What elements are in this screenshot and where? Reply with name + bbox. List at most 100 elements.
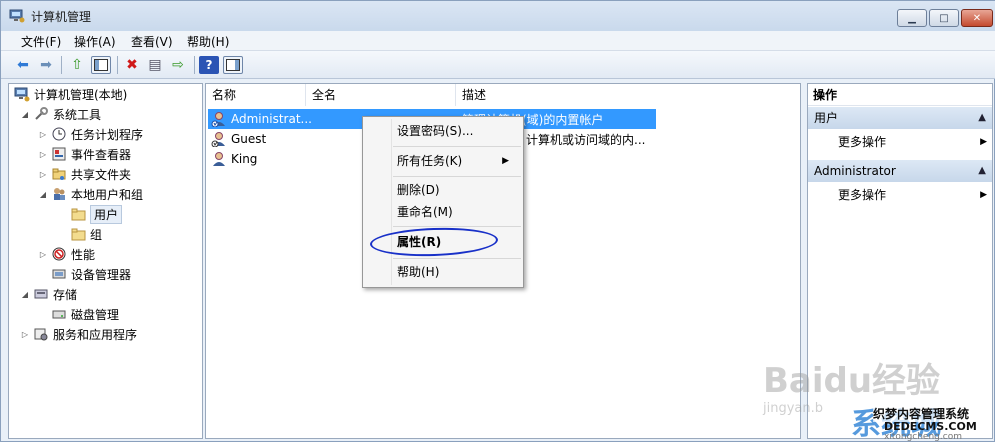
menu-gutter bbox=[391, 119, 392, 285]
tree-item-task-scheduler[interactable]: ▷ 任务计划程序 bbox=[38, 125, 143, 143]
user-icon bbox=[211, 111, 227, 127]
menu-separator bbox=[393, 176, 521, 177]
tree-root[interactable]: 计算机管理(本地) bbox=[14, 85, 127, 103]
collapse-up-icon[interactable]: ▲ bbox=[978, 107, 986, 129]
submenu-arrow-icon: ▶ bbox=[980, 137, 987, 147]
tree-item-groups[interactable]: 组 bbox=[57, 225, 102, 243]
help-icon[interactable]: ? bbox=[199, 56, 219, 74]
menu-help[interactable]: 帮助(H) bbox=[187, 33, 229, 50]
user-disabled-icon bbox=[211, 131, 227, 147]
delete-icon[interactable]: ✖ bbox=[122, 56, 142, 74]
forward-icon[interactable]: ➡ bbox=[36, 56, 56, 74]
submenu-arrow-icon: ▶ bbox=[980, 190, 987, 200]
actions-section-title: Administrator bbox=[814, 164, 896, 178]
tree-item-label: 共享文件夹 bbox=[71, 167, 132, 182]
disk-icon bbox=[51, 307, 67, 322]
toolbar-separator bbox=[61, 56, 62, 74]
jingyan-watermark: jingyan.b bbox=[763, 401, 823, 416]
user-name: Guest bbox=[231, 132, 267, 146]
user-name: King bbox=[231, 152, 258, 166]
computer-management-icon bbox=[14, 87, 30, 102]
column-name[interactable]: 名称 bbox=[206, 84, 306, 106]
tree-item-label: 本地用户和组 bbox=[71, 187, 144, 202]
menu-item-rename[interactable]: 重命名(M) bbox=[397, 202, 453, 222]
properties-icon[interactable]: ▤ bbox=[145, 56, 165, 74]
collapse-icon[interactable]: ◢ bbox=[38, 190, 48, 199]
show-hide-action-pane-icon[interactable] bbox=[223, 56, 243, 74]
more-actions-label: 更多操作 bbox=[838, 188, 887, 202]
window-title: 计算机管理 bbox=[31, 10, 92, 24]
maximize-button[interactable]: □ bbox=[929, 9, 959, 27]
menu-separator bbox=[393, 146, 521, 147]
tree-item-users[interactable]: 用户 bbox=[57, 204, 123, 224]
expand-icon[interactable]: ▷ bbox=[20, 330, 30, 339]
folder-icon bbox=[70, 207, 86, 222]
tree-item-label: 磁盘管理 bbox=[71, 307, 120, 322]
minimize-button[interactable]: ▁ bbox=[897, 9, 927, 27]
shared-folder-icon bbox=[51, 167, 67, 182]
tree-item-event-viewer[interactable]: ▷ 事件查看器 bbox=[38, 145, 131, 163]
computer-management-window: 计算机管理 ▁ □ ✕ 文件(F) 操作(A) 查看(V) 帮助(H) ⬅ ➡ … bbox=[0, 0, 995, 442]
expand-icon[interactable]: ▷ bbox=[38, 170, 48, 179]
tree-item-system-tools[interactable]: ◢ 系统工具 bbox=[20, 105, 101, 123]
menu-item-set-password[interactable]: 设置密码(S)... bbox=[397, 121, 473, 141]
title-bar: 计算机管理 ▁ □ ✕ bbox=[1, 1, 995, 31]
tree-item-label: 任务计划程序 bbox=[71, 127, 144, 142]
more-actions-link[interactable]: 更多操作 ▶ bbox=[838, 132, 992, 152]
tree-item-label: 组 bbox=[90, 227, 103, 242]
collapse-icon[interactable]: ◢ bbox=[20, 290, 30, 299]
device-manager-icon bbox=[51, 267, 67, 282]
menu-item-all-tasks[interactable]: 所有任务(K) ▶ bbox=[397, 151, 517, 171]
tools-icon bbox=[33, 107, 49, 122]
close-button[interactable]: ✕ bbox=[961, 9, 993, 27]
actions-section-users[interactable]: 用户 ▲ bbox=[808, 107, 992, 129]
storage-icon bbox=[33, 287, 49, 302]
tree-item-label: 存储 bbox=[53, 287, 78, 302]
xitongcheng-watermark-url: xitongcheng.com bbox=[884, 432, 962, 442]
expand-icon[interactable]: ▷ bbox=[38, 130, 48, 139]
show-hide-tree-icon[interactable] bbox=[91, 56, 111, 74]
column-description[interactable]: 描述 bbox=[456, 84, 800, 106]
column-fullname[interactable]: 全名 bbox=[306, 84, 456, 106]
collapse-icon[interactable]: ◢ bbox=[20, 110, 30, 119]
menu-item-label: 所有任务(K) bbox=[397, 154, 463, 168]
back-icon[interactable]: ⬅ bbox=[13, 56, 33, 74]
toolbar-separator bbox=[117, 56, 118, 74]
export-list-icon[interactable]: ⇨ bbox=[168, 56, 188, 74]
tree-item-disk-management[interactable]: 磁盘管理 bbox=[38, 305, 119, 323]
tree-item-label: 设备管理器 bbox=[71, 267, 132, 282]
user-name-cell: Administrat... bbox=[211, 109, 312, 129]
tree-item-local-users-groups[interactable]: ◢ 本地用户和组 bbox=[38, 185, 143, 203]
menu-file[interactable]: 文件(F) bbox=[21, 33, 61, 50]
baidu-watermark: Baidu经验 bbox=[763, 361, 941, 401]
collapse-up-icon[interactable]: ▲ bbox=[978, 160, 986, 182]
menu-bar: 文件(F) 操作(A) 查看(V) 帮助(H) bbox=[1, 31, 995, 51]
menu-separator bbox=[393, 258, 521, 259]
actions-section-administrator[interactable]: Administrator ▲ bbox=[808, 160, 992, 182]
menu-item-delete[interactable]: 删除(D) bbox=[397, 180, 440, 200]
up-folder-icon[interactable]: ⇧ bbox=[67, 56, 87, 74]
menu-item-help[interactable]: 帮助(H) bbox=[397, 262, 439, 282]
menu-view[interactable]: 查看(V) bbox=[131, 33, 173, 50]
tree-item-device-manager[interactable]: 设备管理器 bbox=[38, 265, 131, 283]
tree-item-services-apps[interactable]: ▷ 服务和应用程序 bbox=[20, 325, 137, 343]
tree-item-performance[interactable]: ▷ 性能 bbox=[38, 245, 95, 263]
console-tree: 计算机管理(本地) ◢ 系统工具 ▷ 任务计划程序 ▷ 事件查看器 ▷ 共享文件… bbox=[8, 83, 203, 439]
clock-icon bbox=[51, 127, 67, 142]
tree-item-label: 事件查看器 bbox=[71, 147, 132, 162]
tree-item-label: 服务和应用程序 bbox=[53, 327, 138, 342]
context-menu: 设置密码(S)... 所有任务(K) ▶ 删除(D) 重命名(M) 属性(R) … bbox=[362, 116, 524, 288]
expand-icon[interactable]: ▷ bbox=[38, 250, 48, 259]
toolbar: ⬅ ➡ ⇧ ✖ ▤ ⇨ ? bbox=[1, 51, 995, 79]
user-name-cell: King bbox=[211, 149, 257, 169]
more-actions-link[interactable]: 更多操作 ▶ bbox=[838, 185, 992, 205]
actions-header: 操作 bbox=[808, 84, 992, 106]
submenu-arrow-icon: ▶ bbox=[502, 156, 509, 166]
tree-item-shared-folders[interactable]: ▷ 共享文件夹 bbox=[38, 165, 131, 183]
menu-action[interactable]: 操作(A) bbox=[74, 33, 116, 50]
toolbar-separator bbox=[194, 56, 195, 74]
tree-item-storage[interactable]: ◢ 存储 bbox=[20, 285, 77, 303]
expand-icon[interactable]: ▷ bbox=[38, 150, 48, 159]
tree-item-label: 用户 bbox=[90, 204, 123, 224]
menu-separator bbox=[393, 226, 521, 227]
